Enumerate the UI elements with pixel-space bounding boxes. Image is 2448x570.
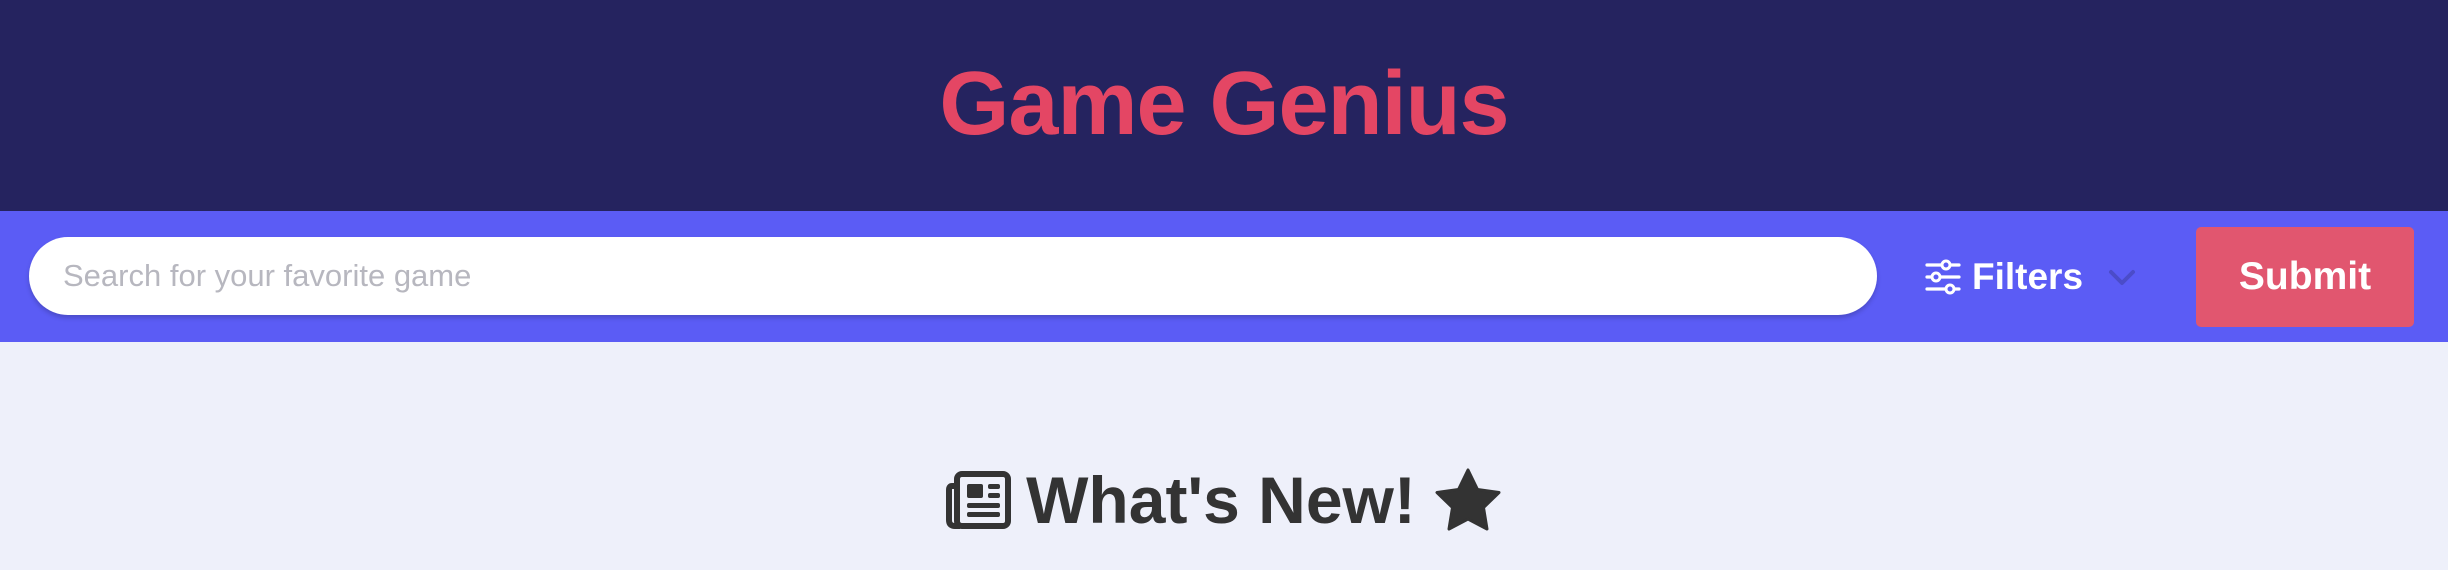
app-title: Game Genius: [939, 54, 1509, 154]
filters-dropdown[interactable]: Filters: [1924, 251, 2139, 303]
search-input[interactable]: [29, 237, 1877, 315]
filters-label: Filters: [1972, 256, 2084, 297]
section-title: What's New!: [1026, 463, 1416, 537]
newspaper-icon: [946, 470, 1012, 530]
whats-new-heading: What's New!: [0, 462, 2448, 538]
search-bar: Filters Submit: [0, 211, 2448, 342]
sliders-icon: [1924, 258, 1962, 296]
star-icon: [1434, 467, 1502, 533]
chevron-down-icon: [2105, 260, 2139, 294]
submit-button[interactable]: Submit: [2196, 227, 2414, 327]
app-header: Game Genius: [0, 0, 2448, 211]
